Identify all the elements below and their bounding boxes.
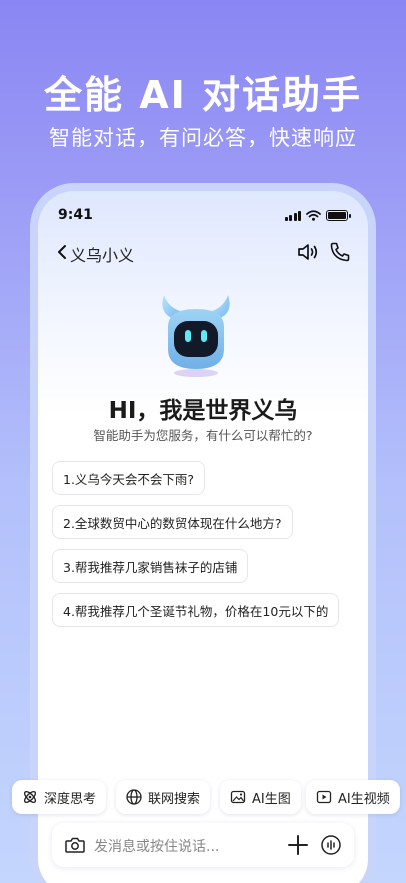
mascot-avatar — [162, 295, 230, 377]
web-search-button[interactable]: 联网搜索 — [116, 780, 211, 814]
welcome-greeting: HI，我是世界义乌 — [108, 398, 298, 424]
ai-video-label: AI生视频 — [338, 791, 390, 807]
speaker-button[interactable] — [296, 240, 320, 264]
ai-video-button[interactable]: AI生视频 — [306, 780, 400, 814]
speaker-icon — [298, 244, 318, 260]
image-icon — [230, 790, 246, 804]
message-input-bar: 发消息或按住说话... — [52, 823, 354, 867]
signal-icon — [284, 210, 301, 221]
deep-think-button[interactable]: 深度思考 — [12, 780, 107, 814]
web-search-label: 联网搜索 — [148, 791, 201, 807]
message-input[interactable]: 发消息或按住说话... — [94, 836, 219, 856]
battery-icon — [326, 210, 351, 221]
suggestion-item[interactable]: 4.帮我推荐几个圣诞节礼物，价格在10元以下的 — [52, 593, 340, 627]
status-time: 9:41 — [58, 207, 93, 223]
promo-title: 全能 AI 对话助手 — [43, 73, 362, 117]
chevron-left-icon — [58, 245, 66, 259]
voice-wave-icon — [321, 835, 341, 855]
status-icons — [284, 210, 351, 221]
wifi-icon — [306, 210, 321, 221]
suggestion-item[interactable]: 2.全球数贸中心的数贸体现在什么地方? — [52, 505, 293, 539]
welcome-subtitle: 智能助手为您服务，有什么可以帮忙的? — [93, 428, 313, 443]
camera-button[interactable] — [64, 834, 86, 856]
promo-subtitle: 智能对话，有问必答，快速响应 — [49, 126, 357, 150]
camera-icon — [65, 837, 85, 853]
voice-button[interactable] — [320, 834, 342, 856]
nav-bar: 义乌小义 — [38, 237, 368, 267]
ai-image-button[interactable]: AI生图 — [220, 780, 301, 814]
nav-title: 义乌小义 — [70, 246, 135, 265]
feature-chips: 深度思考 联网搜索 AI生图 AI生视频 — [0, 780, 406, 816]
ai-image-label: AI生图 — [252, 791, 291, 807]
phone-icon — [330, 242, 350, 262]
phone-frame: 9:41 义乌小义 HI，我是世界义乌 智能助手为您服务，有什么可以帮忙的? 1… — [30, 183, 376, 883]
atom-icon — [23, 790, 37, 804]
deep-think-label: 深度思考 — [44, 791, 97, 807]
call-button[interactable] — [328, 240, 352, 264]
status-bar: 9:41 — [38, 207, 368, 227]
suggestion-item[interactable]: 1.义乌今天会不会下雨? — [52, 461, 206, 495]
globe-icon — [126, 789, 142, 805]
plus-icon — [288, 835, 308, 855]
add-button[interactable] — [286, 833, 310, 857]
suggestion-item[interactable]: 3.帮我推荐几家销售袜子的店铺 — [52, 549, 249, 583]
video-icon — [316, 790, 332, 804]
